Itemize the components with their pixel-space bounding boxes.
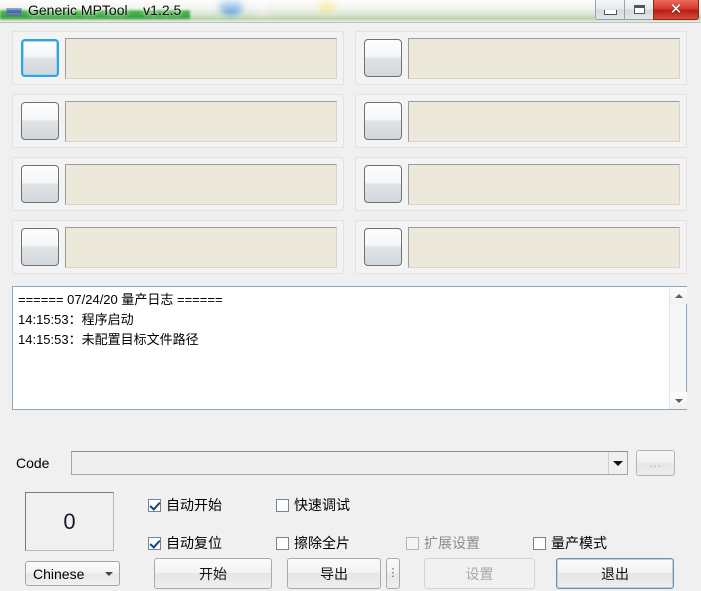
slot-4-status	[65, 227, 337, 268]
log-scrollbar[interactable]	[669, 287, 687, 409]
checkbox-mp-mode[interactable]: 量产模式	[533, 533, 607, 553]
slot-6-status	[408, 101, 680, 142]
desktop-backdrop-yellow-circle	[316, 0, 338, 13]
checkbox-auto-reset-label: 自动复位	[166, 535, 222, 551]
checkbox-ext-settings-box	[406, 536, 419, 550]
slot-2-status	[65, 101, 337, 142]
device-slot-3[interactable]	[12, 157, 344, 211]
device-slot-4[interactable]	[12, 220, 344, 274]
slot-3-button[interactable]	[21, 165, 59, 203]
desktop-backdrop-white-circle	[249, 0, 275, 16]
checkbox-auto-start-box[interactable]	[148, 498, 161, 512]
checkbox-ext-settings: 扩展设置	[406, 533, 480, 553]
language-value: Chinese	[33, 565, 85, 582]
chevron-down-icon[interactable]	[99, 571, 119, 576]
checkbox-auto-reset-box[interactable]	[148, 536, 161, 550]
slot-7-status	[408, 164, 680, 205]
checkbox-quick-debug[interactable]: 快速调试	[276, 495, 350, 515]
slot-8-status	[408, 227, 680, 268]
minimize-button[interactable]	[595, 0, 624, 20]
slot-3-status	[65, 164, 337, 205]
window-controls: ✕	[595, 0, 699, 21]
slot-5-button[interactable]	[364, 39, 402, 77]
window-title: Generic MPTool v1.2.5	[28, 2, 182, 18]
device-slot-1[interactable]	[12, 31, 344, 85]
code-input[interactable]	[72, 452, 608, 474]
slot-5-status	[408, 38, 680, 79]
exit-button[interactable]: 退出	[556, 558, 674, 589]
close-icon: ✕	[669, 0, 683, 18]
log-text: ====== 07/24/20 量产日志 ====== 14:15:53：程序启…	[18, 292, 223, 347]
counter-display: 0	[25, 492, 114, 551]
app-icon	[6, 5, 22, 19]
start-button[interactable]: 开始	[154, 558, 272, 589]
device-slot-8[interactable]	[355, 220, 687, 274]
desktop-backdrop-blue-circle	[217, 0, 245, 17]
checkbox-mp-mode-box[interactable]	[533, 536, 546, 550]
checkbox-auto-start-label: 自动开始	[166, 497, 222, 513]
code-combobox[interactable]	[71, 451, 628, 475]
slot-1-status	[65, 38, 337, 79]
device-slot-7[interactable]	[355, 157, 687, 211]
settings-button: 设置	[424, 558, 535, 589]
chevron-down-icon[interactable]	[608, 452, 627, 474]
slot-6-button[interactable]	[364, 102, 402, 140]
scroll-down-icon[interactable]	[670, 392, 687, 409]
checkbox-ext-settings-label: 扩展设置	[424, 535, 480, 551]
checkbox-erase-all[interactable]: 擦除全片	[276, 533, 350, 553]
close-button[interactable]: ✕	[653, 0, 699, 20]
mptool-window: Generic MPTool v1.2.5 ✕ ====== 07/24/20 …	[0, 0, 701, 591]
browse-button[interactable]: ...	[636, 450, 675, 476]
checkbox-erase-all-label: 擦除全片	[294, 535, 350, 551]
checkbox-mp-mode-label: 量产模式	[551, 535, 607, 551]
client-area: ====== 07/24/20 量产日志 ====== 14:15:53：程序启…	[0, 22, 701, 591]
checkbox-quick-debug-box[interactable]	[276, 498, 289, 512]
language-combobox[interactable]: Chinese	[25, 561, 120, 586]
title-bar[interactable]: Generic MPTool v1.2.5 ✕	[0, 0, 701, 22]
more-options-button[interactable]: ⋮	[386, 558, 400, 589]
code-label: Code	[16, 455, 50, 471]
log-panel[interactable]: ====== 07/24/20 量产日志 ====== 14:15:53：程序启…	[12, 286, 687, 410]
maximize-icon	[633, 5, 645, 14]
checkbox-auto-start[interactable]: 自动开始	[148, 495, 222, 515]
slot-1-button[interactable]	[21, 39, 59, 77]
maximize-button[interactable]	[624, 0, 653, 20]
minimize-icon	[603, 9, 617, 15]
device-slot-2[interactable]	[12, 94, 344, 148]
slot-7-button[interactable]	[364, 165, 402, 203]
checkbox-auto-reset[interactable]: 自动复位	[148, 533, 222, 553]
scroll-up-icon[interactable]	[670, 287, 687, 304]
device-slot-6[interactable]	[355, 94, 687, 148]
checkbox-erase-all-box[interactable]	[276, 536, 289, 550]
slot-4-button[interactable]	[21, 228, 59, 266]
slot-8-button[interactable]	[364, 228, 402, 266]
slot-2-button[interactable]	[21, 102, 59, 140]
checkbox-quick-debug-label: 快速调试	[294, 497, 350, 513]
device-slot-5[interactable]	[355, 31, 687, 85]
export-button[interactable]: 导出	[287, 558, 381, 589]
